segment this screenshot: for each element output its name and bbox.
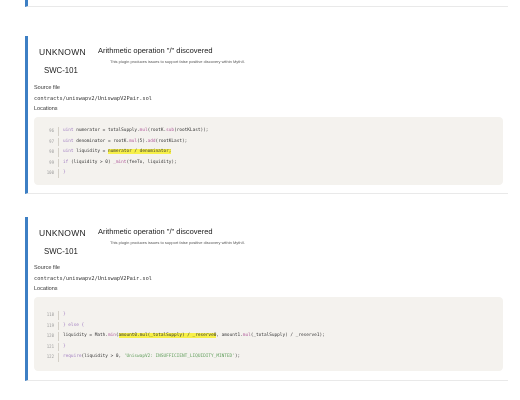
- line-number: 120: [46, 333, 54, 338]
- code-token: sub: [166, 128, 175, 133]
- line-number: 118: [46, 312, 54, 317]
- code-token: min: [107, 333, 116, 338]
- code-text: } else {: [63, 321, 84, 332]
- code-token: );: [234, 354, 241, 359]
- gutter-divider: [58, 158, 59, 167]
- code-token: require: [63, 354, 82, 359]
- code-line: 96 uint numerator = totalSupply.mul(rootK…: [34, 126, 503, 137]
- gutter-divider: [58, 169, 59, 178]
- gutter-divider: [58, 321, 59, 330]
- swc-id[interactable]: SWC-101: [44, 66, 78, 75]
- swc-id[interactable]: SWC-101: [44, 247, 78, 256]
- issue-title: Arithmetic operation "/" discovered: [98, 227, 213, 236]
- issue-title: Arithmetic operation "/" discovered: [98, 46, 213, 55]
- line-number: 122: [46, 354, 54, 359]
- source-file-label: Source file: [34, 85, 60, 91]
- code-line: 122 require(liquidity > 0, 'UniswapV2: IN…: [34, 352, 503, 363]
- code-token: (liquidity > 0,: [81, 354, 124, 359]
- code-token: _mint: [113, 159, 127, 165]
- line-number: 121: [46, 343, 54, 349]
- code-token: } else {: [63, 322, 85, 328]
- issue-card: UNKNOWN SWC-101 Arithmetic operation "/"…: [25, 36, 508, 194]
- code-token: add: [147, 138, 156, 144]
- code-lines: 118} 119} else {120 liquidity = Math.min(a…: [34, 310, 503, 363]
- code-token: (liquidity > 0): [70, 159, 114, 165]
- code-text: liquidity = Math.min(amount0.mul(_totalS…: [63, 331, 325, 342]
- code-text: uint denominator = rootK.mul(5).add(root…: [63, 137, 187, 148]
- gutter-divider: [58, 332, 59, 341]
- code-text: }: [63, 342, 66, 353]
- code-token: uint: [63, 128, 77, 133]
- code-line: 99 if (liquidity > 0) _mint(feeTo, liquid…: [34, 158, 503, 169]
- issue-card: UNKNOWN SWC-101 Arithmetic operation "/"…: [25, 217, 508, 381]
- code-token: mul: [139, 128, 148, 133]
- code-text: }: [63, 310, 66, 321]
- highlighted-expression: numerator / denominator;: [107, 149, 172, 154]
- code-text: }: [63, 168, 66, 179]
- code-line: 118}: [34, 310, 503, 321]
- code-line: 100}: [34, 168, 503, 179]
- code-token: }: [63, 170, 66, 175]
- code-token: }: [63, 343, 66, 349]
- line-number: 119: [46, 322, 54, 328]
- code-token: uint: [63, 149, 77, 154]
- issue-description: This plugin produces issues to support f…: [110, 59, 246, 64]
- code-line: 121}: [34, 342, 503, 353]
- locations-label: Locations: [34, 286, 58, 292]
- code-token: (5).: [137, 138, 148, 144]
- gutter-divider: [58, 342, 59, 351]
- code-lines: 96 uint numerator = totalSupply.mul(rootK…: [34, 126, 503, 179]
- code-token: }: [63, 312, 66, 317]
- line-number: 98: [49, 149, 54, 154]
- code-token: 'UniswapV2: INSUFFICIENT_LIQUIDITY_MINTE…: [123, 354, 235, 359]
- source-file-path[interactable]: contracts/uniswapv2/UniswapV2Pair.sol: [34, 96, 152, 102]
- code-token: numerator = totalSupply.: [76, 128, 140, 133]
- code-snippet: 96 uint numerator = totalSupply.mul(rootK…: [34, 117, 503, 185]
- line-number: 96: [49, 128, 54, 133]
- gutter-divider: [58, 353, 59, 362]
- code-token: liquidity = Math.: [63, 333, 108, 338]
- line-number: 97: [49, 138, 54, 144]
- severity-label: UNKNOWN: [39, 228, 86, 238]
- code-line: 98 uint liquidity = numerator / denominat…: [34, 147, 503, 158]
- code-token: (rootKLast);: [155, 138, 188, 144]
- source-file-path[interactable]: contracts/uniswapv2/UniswapV2Pair.sol: [34, 276, 152, 282]
- source-file-label: Source file: [34, 265, 60, 271]
- line-number: 99: [49, 159, 54, 165]
- code-token: denominator = rootK.: [76, 138, 130, 144]
- code-token: mul: [129, 138, 138, 144]
- code-token: (_totalSupply) / _reserve1);: [250, 333, 325, 338]
- code-line: 97 uint denominator = rootK.mul(5).add(ro…: [34, 137, 503, 148]
- code-text: uint numerator = totalSupply.mul(rootK.s…: [63, 126, 208, 137]
- issue-card-partial: 7: [25, 0, 508, 7]
- code-snippet: 118} 119} else {120 liquidity = Math.min(a…: [34, 297, 503, 371]
- code-token: (feeTo, liquidity);: [126, 159, 177, 165]
- code-line: 120 liquidity = Math.min(amount0.mul(_tot…: [34, 331, 503, 342]
- code-text: require(liquidity > 0, 'UniswapV2: INSUF…: [63, 352, 240, 363]
- gutter-divider: [58, 148, 59, 157]
- code-token: uint: [63, 138, 77, 144]
- code-token: , amount1.: [216, 333, 243, 338]
- code-text: uint liquidity = numerator / denominator…: [63, 147, 172, 158]
- code-token: mul: [242, 333, 251, 338]
- code-token: (rootK.: [147, 128, 167, 133]
- gutter-divider: [58, 137, 59, 146]
- gutter-divider: [58, 311, 59, 320]
- code-token: (rootKLast));: [174, 128, 209, 133]
- code-token: if: [63, 159, 71, 165]
- code-token: liquidity =: [76, 149, 108, 154]
- line-number: 100: [46, 170, 54, 175]
- code-text: if (liquidity > 0) _mint(feeTo, liquidit…: [63, 158, 177, 169]
- locations-label: Locations: [34, 106, 58, 112]
- gutter-divider: [58, 127, 59, 136]
- highlighted-expression: amount0.mul(_totalSupply) / _reserve0: [118, 333, 217, 338]
- severity-label: UNKNOWN: [39, 47, 86, 57]
- issue-description: This plugin produces issues to support f…: [110, 240, 246, 245]
- code-line: 119 } else {: [34, 321, 503, 332]
